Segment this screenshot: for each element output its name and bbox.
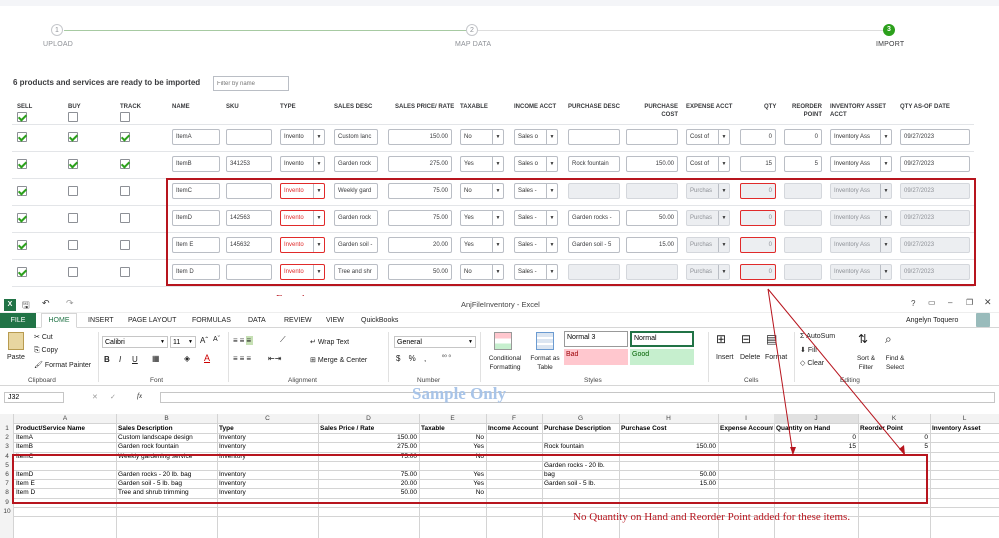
arrow-reorder bbox=[767, 288, 906, 456]
annotation-arrows bbox=[767, 288, 906, 456]
arrow-head-qty bbox=[790, 447, 796, 455]
arrow-head-reorder bbox=[899, 445, 905, 455]
arrow-qty bbox=[767, 288, 794, 456]
